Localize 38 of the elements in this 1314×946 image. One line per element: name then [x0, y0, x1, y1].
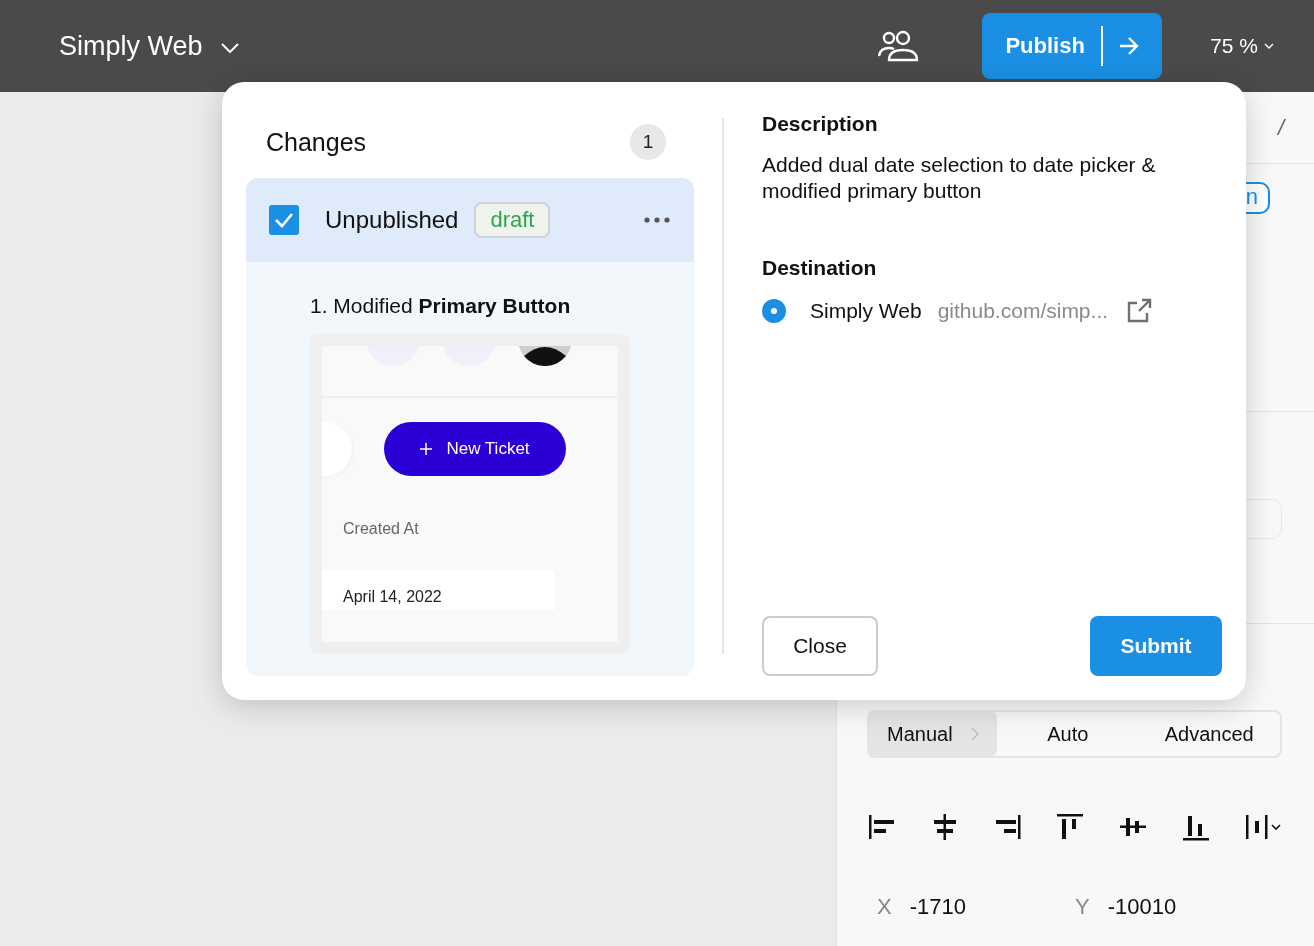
- align-left-icon[interactable]: [867, 812, 897, 842]
- change-title: Unpublished: [325, 206, 459, 234]
- distribute-icon[interactable]: [1243, 812, 1282, 842]
- chevron-down-icon[interactable]: [220, 43, 239, 53]
- count-badge: 1: [630, 124, 666, 160]
- arrow-right-icon: [1118, 37, 1139, 55]
- breadcrumb-separator: /: [1277, 114, 1284, 141]
- change-header[interactable]: Unpublished draft: [246, 178, 694, 262]
- external-link-icon[interactable]: [1126, 298, 1153, 324]
- checkbox[interactable]: [269, 205, 299, 235]
- y-label: Y: [1075, 894, 1090, 920]
- segment-tab[interactable]: Manual: [869, 712, 997, 756]
- project-name[interactable]: Simply Web: [59, 30, 203, 62]
- align-top-icon[interactable]: [1055, 812, 1086, 842]
- people-icon[interactable]: [878, 30, 921, 62]
- field-label: Created At: [342, 520, 420, 538]
- destination-label: Destination: [762, 256, 878, 280]
- segment-tab[interactable]: Advanced: [1138, 712, 1280, 756]
- chevron-right-icon: [970, 727, 979, 741]
- segment-tab[interactable]: Auto: [997, 712, 1139, 756]
- changes-title: Changes: [266, 127, 367, 157]
- description-label: Description: [762, 112, 879, 136]
- chevron-down-icon: [1264, 43, 1274, 49]
- plus-icon: [420, 443, 433, 455]
- radio-button[interactable]: [762, 299, 786, 323]
- y-value-field[interactable]: -10010: [1107, 894, 1177, 920]
- description-text: Added dual date selection to date picker & modified primary button: [762, 152, 1157, 204]
- more-icon[interactable]: [644, 217, 670, 223]
- change-item: 1. Modified Primary Button: [310, 294, 572, 318]
- status-badge: draft: [474, 202, 551, 238]
- x-value-field[interactable]: -1710: [909, 894, 966, 920]
- close-button[interactable]: Close: [762, 616, 878, 676]
- destination-url: github.com/simp...: [937, 299, 1109, 323]
- x-label: X: [877, 894, 892, 920]
- checkmark-icon: [274, 212, 294, 228]
- destination-name: Simply Web: [810, 299, 922, 323]
- zoom-dropdown[interactable]: 75 %: [1210, 34, 1274, 58]
- date-field: April 14, 2022: [322, 570, 555, 610]
